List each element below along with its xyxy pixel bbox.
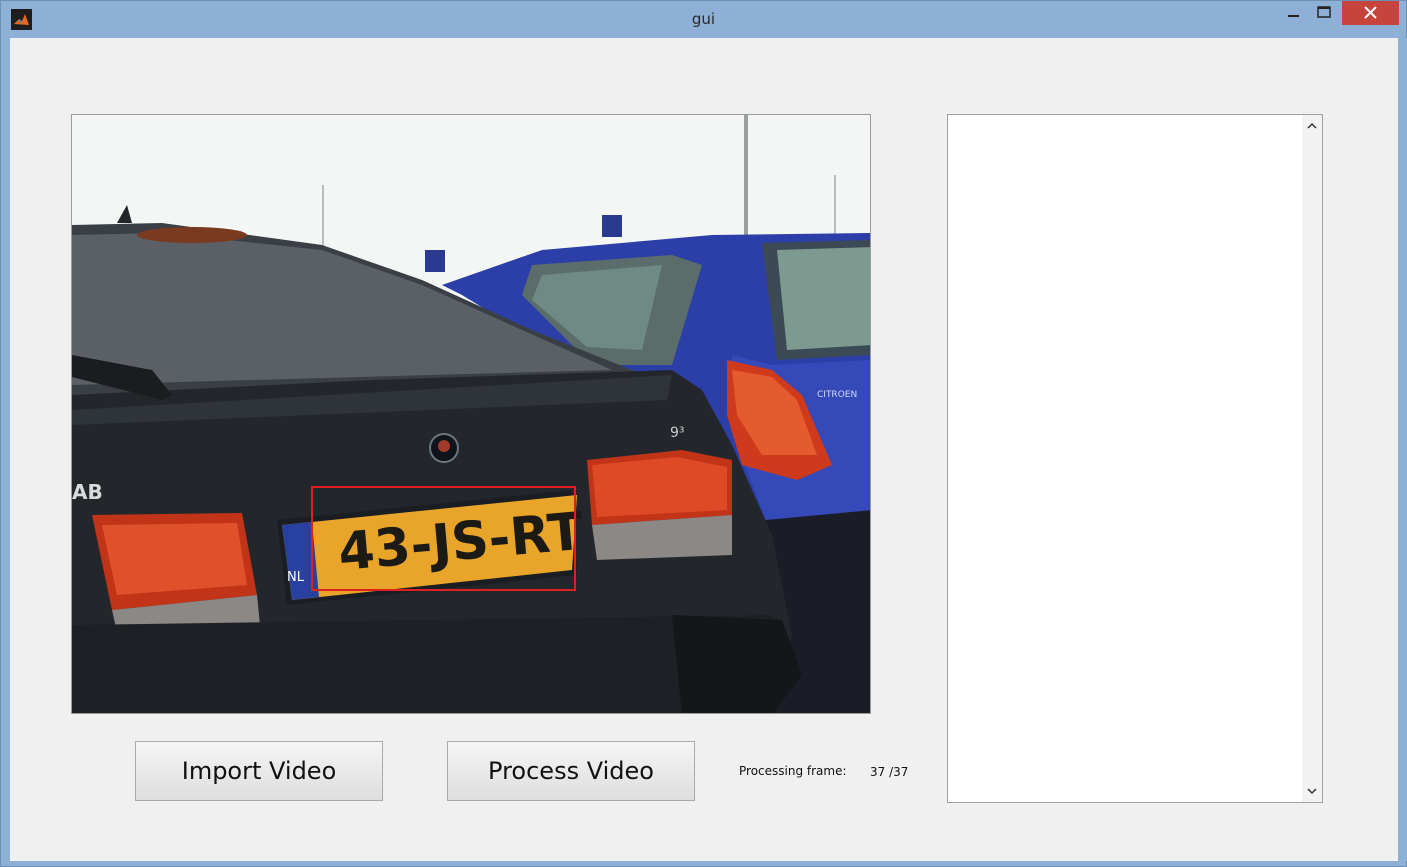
chevron-up-icon — [1307, 122, 1317, 129]
processing-frame-label: Processing frame: — [739, 764, 847, 778]
app-window: gui CITROEN AB 9³ NL 43-JS-RT Import Vid… — [0, 0, 1407, 867]
flag — [602, 215, 622, 237]
title-bar[interactable]: gui — [1, 1, 1406, 37]
close-icon — [1364, 6, 1377, 19]
figure-client-area: CITROEN AB 9³ NL 43-JS-RT Import Video P… — [10, 38, 1398, 861]
scroll-down-button[interactable] — [1302, 782, 1322, 800]
process-video-button[interactable]: Process Video — [447, 741, 695, 801]
citroen-badge: CITROEN — [817, 390, 857, 400]
video-frame-image: CITROEN AB 9³ NL 43-JS-RT — [72, 115, 870, 713]
scroll-up-button[interactable] — [1302, 117, 1322, 135]
chevron-down-icon — [1307, 788, 1317, 795]
video-frame-axes: CITROEN AB 9³ NL 43-JS-RT — [71, 114, 871, 714]
plate-country-code: NL — [287, 570, 305, 585]
saab-badge-text: AB — [72, 480, 103, 504]
maximize-icon — [1317, 6, 1331, 18]
light-pole — [744, 115, 748, 245]
import-video-button[interactable]: Import Video — [135, 741, 383, 801]
minimize-icon — [1288, 15, 1299, 17]
window-right-border — [1398, 38, 1407, 861]
window-title: gui — [691, 10, 716, 28]
flag — [425, 250, 445, 272]
close-button[interactable] — [1342, 1, 1399, 25]
model-badge-text: 9³ — [670, 425, 685, 441]
results-listbox[interactable] — [947, 114, 1323, 803]
processing-frame-value: 37 /37 — [870, 765, 909, 779]
minimize-button[interactable] — [1282, 1, 1306, 23]
vertical-scrollbar[interactable] — [1302, 115, 1322, 802]
maximize-button[interactable] — [1311, 1, 1337, 23]
